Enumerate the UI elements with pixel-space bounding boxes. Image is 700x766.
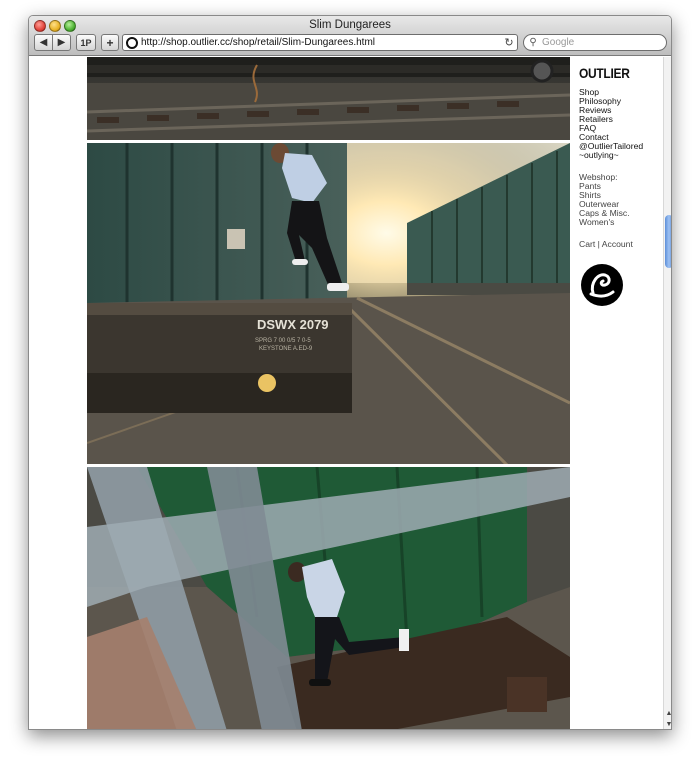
browser-window: Slim Dungarees ◀ ▶ 1P + http://shop.outl… xyxy=(28,15,672,730)
scroll-up-icon[interactable]: ▲ xyxy=(665,710,671,717)
webshop-link-womens[interactable]: Women's xyxy=(579,218,667,227)
scroll-down-icon[interactable]: ▼ xyxy=(665,721,671,728)
add-bookmark-button[interactable]: + xyxy=(101,34,119,51)
site-sidebar: OUTLIER Shop Philosophy Reviews Retailer… xyxy=(579,67,667,309)
search-field[interactable]: ⚲ Google xyxy=(523,34,667,51)
railcar-number-text: DSWX 2079 xyxy=(257,317,329,332)
url-text[interactable]: http://shop.outlier.cc/shop/retail/Slim-… xyxy=(141,37,501,48)
product-photo-flatcar xyxy=(87,467,570,729)
separator: | xyxy=(597,239,600,249)
search-icon: ⚲ xyxy=(529,37,537,48)
nav-link-outlying[interactable]: ~outlying~ xyxy=(579,151,667,160)
site-favicon-icon xyxy=(126,36,138,49)
account-link[interactable]: Account xyxy=(602,239,633,249)
product-photo-tracks xyxy=(87,57,570,140)
back-button[interactable]: ◀ xyxy=(34,34,53,51)
product-photo-jump: DSWX 2079 SPRG 7 00 0/5 7 0-5 KEYSTONE A… xyxy=(87,143,570,465)
page-content: DSWX 2079 SPRG 7 00 0/5 7 0-5 KEYSTONE A… xyxy=(29,57,671,729)
reload-icon[interactable]: ↻ xyxy=(501,36,517,49)
search-placeholder: Google xyxy=(542,37,575,48)
cart-link[interactable]: Cart xyxy=(579,239,595,249)
title-bar: Slim Dungarees ◀ ▶ 1P + http://shop.outl… xyxy=(29,16,671,56)
swan-logo-icon[interactable] xyxy=(580,263,624,307)
railcar-spec-text: SPRG 7 00 0/5 7 0-5 xyxy=(255,338,311,344)
password-manager-button[interactable]: 1P xyxy=(76,34,96,51)
scroll-thumb[interactable] xyxy=(665,215,671,268)
forward-button[interactable]: ▶ xyxy=(52,34,71,51)
brand-logo-text[interactable]: OUTLIER xyxy=(579,67,667,81)
railcar-keystone-text: KEYSTONE A.ED-9 xyxy=(259,346,313,352)
vertical-scrollbar[interactable]: ▲ ▼ xyxy=(663,57,671,729)
address-bar[interactable]: http://shop.outlier.cc/shop/retail/Slim-… xyxy=(122,34,518,51)
cart-account-row: Cart | Account xyxy=(579,240,667,249)
window-title: Slim Dungarees xyxy=(309,19,391,31)
